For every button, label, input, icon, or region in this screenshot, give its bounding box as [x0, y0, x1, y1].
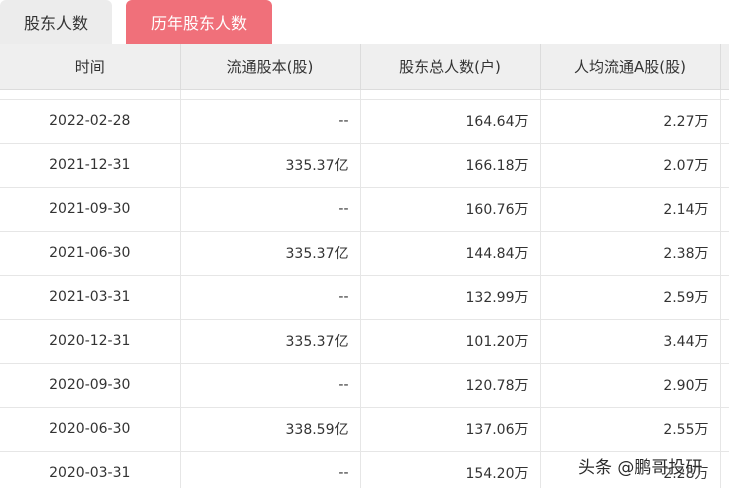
total-shareholders-cell: 160.76万	[360, 187, 541, 232]
row-filler-cell	[720, 451, 729, 488]
circulating-shares-cell: 338.59亿	[180, 407, 361, 452]
avg-shares-cell: 2.55万	[540, 407, 721, 452]
table-row[interactable]: 2021-03-31 -- 132.99万 2.59万	[0, 275, 729, 320]
total-shareholders-cell: 154.20万	[360, 451, 541, 488]
table-row[interactable]: 2022-02-28 -- 164.64万 2.27万	[0, 99, 729, 144]
table-row[interactable]: 2020-12-31 335.37亿 101.20万 3.44万	[0, 319, 729, 364]
date-cell: 2022-02-28	[0, 99, 181, 144]
table-row[interactable]: 2021-12-31 335.37亿 166.18万 2.07万	[0, 143, 729, 188]
date-cell: 2021-06-30	[0, 231, 181, 276]
row-filler-cell	[720, 407, 729, 452]
total-shareholders-cell: 101.20万	[360, 319, 541, 364]
circulating-shares-cell: 335.37亿	[180, 319, 361, 364]
table-row-partial	[0, 89, 729, 100]
total-shareholders-cell: 166.18万	[360, 143, 541, 188]
table-row[interactable]: 2020-06-30 338.59亿 137.06万 2.55万	[0, 407, 729, 452]
table-row[interactable]: 2021-06-30 335.37亿 144.84万 2.38万	[0, 231, 729, 276]
column-header-date[interactable]: 时间	[0, 44, 181, 90]
table-header: 时间 流通股本(股) 股东总人数(户) 人均流通A股(股)	[0, 44, 729, 90]
circulating-shares-cell: 335.37亿	[180, 143, 361, 188]
tab-shareholder-count[interactable]: 股东人数	[0, 0, 112, 44]
date-cell: 2020-09-30	[0, 363, 181, 408]
total-shareholders-cell: 144.84万	[360, 231, 541, 276]
date-cell: 2021-03-31	[0, 275, 181, 320]
total-shareholders-cell: 137.06万	[360, 407, 541, 452]
date-cell: 2020-06-30	[0, 407, 181, 452]
avg-shares-cell: 2.59万	[540, 275, 721, 320]
circulating-shares-cell: 335.37亿	[180, 231, 361, 276]
avg-shares-cell: 3.44万	[540, 319, 721, 364]
circulating-shares-cell: --	[180, 99, 361, 144]
avg-shares-cell: 2.38万	[540, 231, 721, 276]
circulating-shares-cell: --	[180, 363, 361, 408]
column-header-total-shareholders[interactable]: 股东总人数(户)	[360, 44, 541, 90]
tab-bar: 股东人数 历年股东人数	[0, 0, 729, 44]
row-filler-cell	[720, 319, 729, 364]
column-header-circulating-shares[interactable]: 流通股本(股)	[180, 44, 361, 90]
table-body: 2022-02-28 -- 164.64万 2.27万 2021-12-31 335.37…	[0, 89, 729, 488]
table-row[interactable]: 2020-09-30 -- 120.78万 2.90万	[0, 363, 729, 408]
date-cell: 2021-09-30	[0, 187, 181, 232]
total-shareholders-cell: 120.78万	[360, 363, 541, 408]
avg-shares-cell: 2.14万	[540, 187, 721, 232]
circulating-shares-cell: --	[180, 451, 361, 488]
circulating-shares-cell: --	[180, 187, 361, 232]
row-filler-cell	[720, 231, 729, 276]
total-shareholders-cell: 164.64万	[360, 99, 541, 144]
shareholder-table: 时间 流通股本(股) 股东总人数(户) 人均流通A股(股) 2022-02-28…	[0, 44, 729, 488]
watermark-text: 头条 @鹏哥投研	[578, 457, 703, 478]
row-filler-cell	[720, 99, 729, 144]
column-header-avg-shares-per-holder[interactable]: 人均流通A股(股)	[540, 44, 721, 90]
row-filler-cell	[720, 275, 729, 320]
table-row[interactable]: 2021-09-30 -- 160.76万 2.14万	[0, 187, 729, 232]
avg-shares-cell: 2.90万	[540, 363, 721, 408]
date-cell: 2020-12-31	[0, 319, 181, 364]
avg-shares-cell: 2.27万	[540, 99, 721, 144]
column-header-filler	[720, 44, 729, 90]
date-cell: 2020-03-31	[0, 451, 181, 488]
avg-shares-cell: 2.07万	[540, 143, 721, 188]
circulating-shares-cell: --	[180, 275, 361, 320]
shareholder-table-container[interactable]: 时间 流通股本(股) 股东总人数(户) 人均流通A股(股) 2022-02-28…	[0, 44, 729, 488]
tab-historical-shareholder-count[interactable]: 历年股东人数	[126, 0, 272, 44]
date-cell: 2021-12-31	[0, 143, 181, 188]
row-filler-cell	[720, 143, 729, 188]
row-filler-cell	[720, 187, 729, 232]
total-shareholders-cell: 132.99万	[360, 275, 541, 320]
row-filler-cell	[720, 363, 729, 408]
